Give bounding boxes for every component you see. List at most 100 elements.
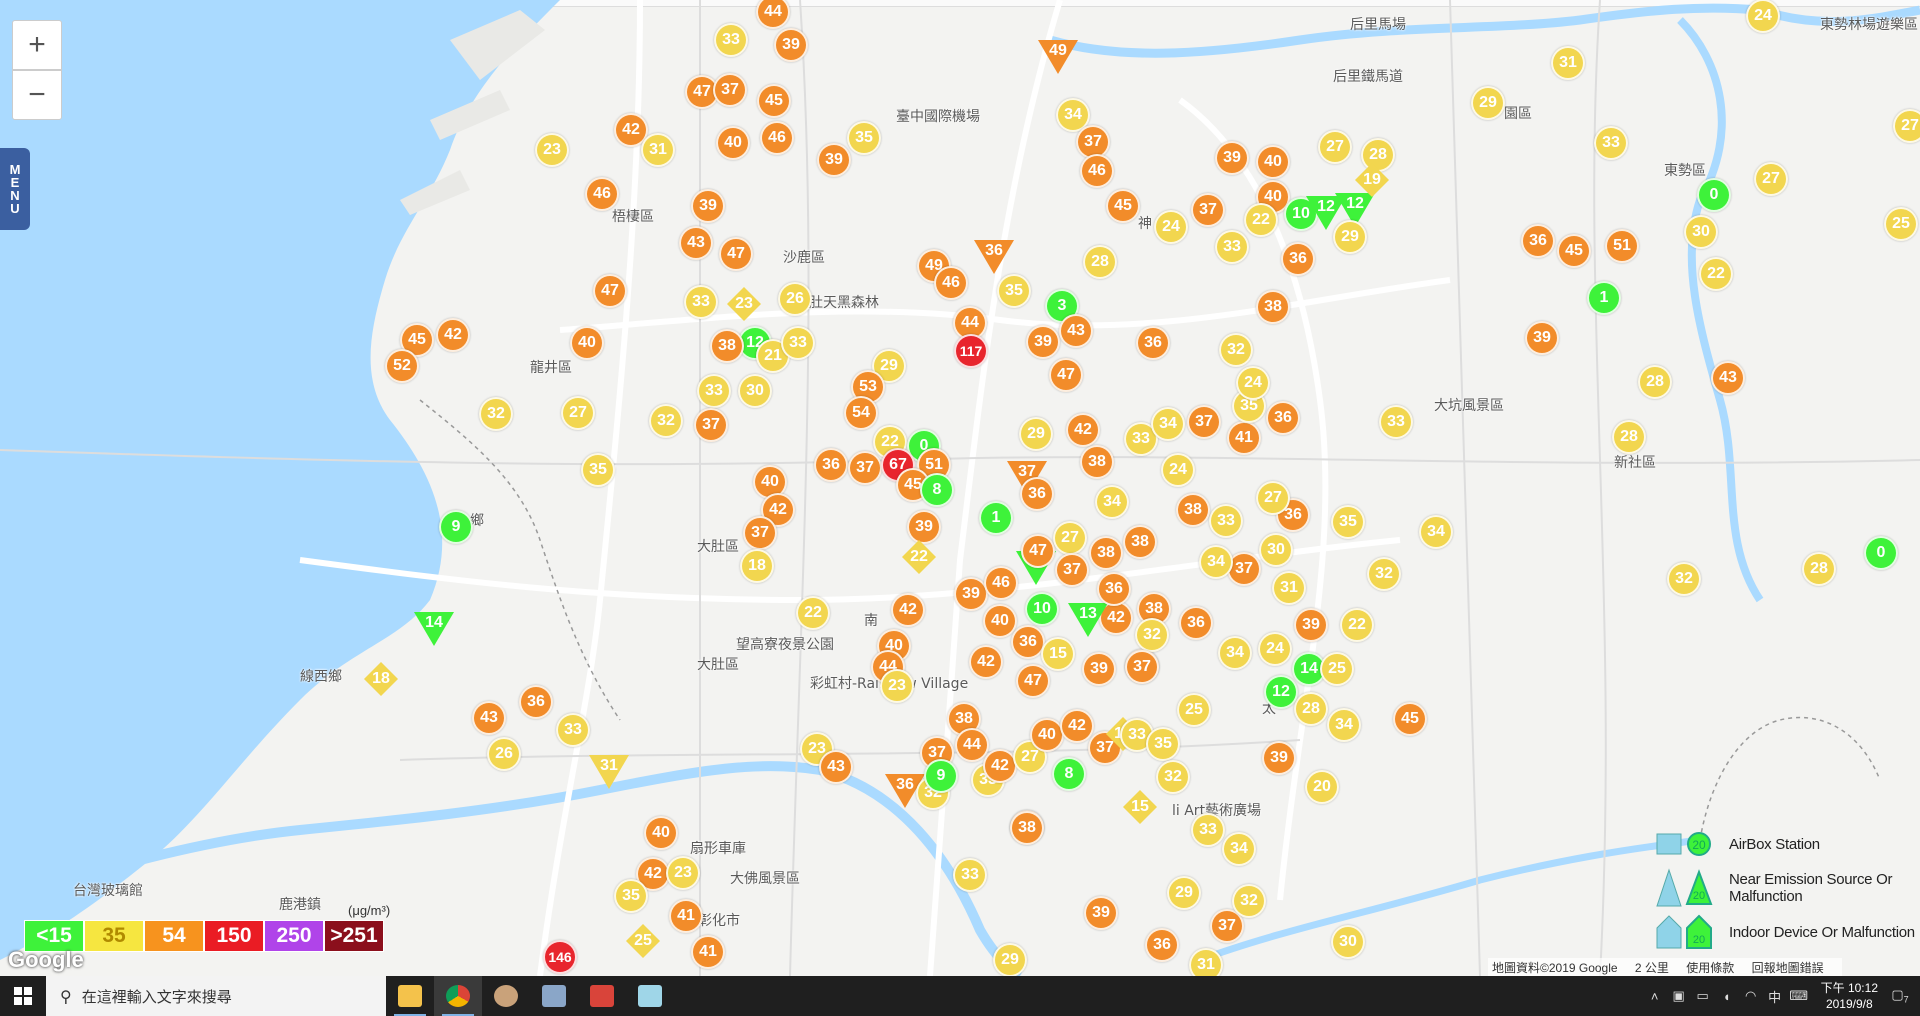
airbox-marker[interactable]: 36 <box>1136 326 1170 360</box>
airbox-marker[interactable]: 45 <box>757 84 791 118</box>
airbox-marker[interactable]: 40 <box>644 816 678 850</box>
airbox-marker[interactable]: 42 <box>891 593 925 627</box>
airbox-marker[interactable]: 38 <box>1123 525 1157 559</box>
airbox-marker[interactable]: 22 <box>1244 203 1278 237</box>
airbox-marker[interactable]: 33 <box>1209 504 1243 538</box>
airbox-marker[interactable]: 28 <box>1802 552 1836 586</box>
airbox-marker[interactable]: 38 <box>1089 536 1123 570</box>
airbox-marker[interactable]: 38 <box>1176 493 1210 527</box>
airbox-marker[interactable]: 31 <box>641 133 675 167</box>
airbox-marker[interactable]: 37 <box>743 516 777 550</box>
airbox-marker[interactable]: 32 <box>1367 557 1401 591</box>
airbox-marker[interactable]: 28 <box>1294 692 1328 726</box>
airbox-marker[interactable]: 22 <box>796 596 830 630</box>
chrome-app[interactable] <box>434 976 482 1016</box>
menu-tab-button[interactable]: M E N U <box>0 148 30 230</box>
airbox-marker[interactable]: 18 <box>740 549 774 583</box>
airbox-marker[interactable]: 31 <box>1189 948 1223 976</box>
airbox-marker[interactable]: 43 <box>1059 314 1093 348</box>
airbox-marker[interactable]: 46 <box>1080 154 1114 188</box>
airbox-marker[interactable]: 27 <box>1256 481 1290 515</box>
airbox-marker[interactable]: 35 <box>1331 505 1365 539</box>
airbox-marker[interactable]: 28 <box>1361 138 1395 172</box>
airbox-marker[interactable]: 29 <box>1019 417 1053 451</box>
airbox-marker[interactable]: 32 <box>1667 562 1701 596</box>
airbox-marker[interactable]: 43 <box>819 750 853 784</box>
battery-icon[interactable]: ▭ <box>1691 988 1715 1004</box>
airbox-marker[interactable]: 37 <box>694 408 728 442</box>
airbox-marker[interactable]: 117 <box>954 334 988 368</box>
airbox-marker[interactable]: 45 <box>1557 234 1591 268</box>
airbox-marker[interactable]: 34 <box>1095 485 1129 519</box>
airbox-marker[interactable]: 36 <box>1020 477 1054 511</box>
airbox-marker[interactable]: 1 <box>1587 281 1621 315</box>
airbox-marker[interactable]: 36 <box>1145 928 1179 962</box>
airbox-marker[interactable]: 23 <box>880 669 914 703</box>
airbox-marker[interactable]: 37 <box>848 451 882 485</box>
report-error-link[interactable]: 回報地圖錯誤 <box>1752 961 1824 975</box>
airbox-marker[interactable]: 37 <box>1125 650 1159 684</box>
airbox-marker[interactable]: 24 <box>1258 632 1292 666</box>
airbox-marker[interactable]: 36 <box>1179 606 1213 640</box>
airbox-marker[interactable]: 27 <box>1893 109 1920 143</box>
airbox-marker[interactable]: 36 <box>519 685 553 719</box>
airbox-marker[interactable]: 27 <box>561 396 595 430</box>
airbox-marker[interactable]: 9 <box>924 759 958 793</box>
taskbar-app-6[interactable] <box>626 976 674 1016</box>
google-logo[interactable]: Google <box>8 947 84 973</box>
airbox-marker[interactable]: 43 <box>679 226 713 260</box>
airbox-marker[interactable]: 44 <box>955 728 989 762</box>
airbox-marker[interactable]: 33 <box>556 713 590 747</box>
airbox-marker[interactable]: 47 <box>1016 664 1050 698</box>
airbox-marker[interactable]: 34 <box>1199 545 1233 579</box>
zoom-in-button[interactable]: + <box>12 20 62 70</box>
airbox-marker[interactable]: 33 <box>714 23 748 57</box>
airbox-marker[interactable]: 25 <box>1177 693 1211 727</box>
airbox-marker[interactable]: 24 <box>1161 453 1195 487</box>
taskbar-clock[interactable]: 下午 10:12 2019/9/8 <box>1821 980 1878 1012</box>
airbox-marker[interactable]: 46 <box>585 177 619 211</box>
airbox-marker[interactable]: 33 <box>1215 230 1249 264</box>
airbox-marker[interactable]: 33 <box>1379 405 1413 439</box>
airbox-marker[interactable]: 0 <box>1864 536 1898 570</box>
airbox-marker[interactable]: 15 <box>1041 637 1075 671</box>
airbox-marker[interactable]: 25 <box>1884 207 1918 241</box>
chevron-up-icon[interactable]: ˄ <box>1643 989 1667 1004</box>
airbox-marker[interactable]: 41 <box>669 899 703 933</box>
airbox-marker[interactable]: 27 <box>1053 521 1087 555</box>
airbox-marker[interactable]: 34 <box>1151 407 1185 441</box>
airbox-marker[interactable]: 23 <box>535 133 569 167</box>
airbox-marker[interactable]: 43 <box>1711 361 1745 395</box>
airbox-marker[interactable]: 0 <box>1697 178 1731 212</box>
airbox-marker[interactable]: 43 <box>472 701 506 735</box>
airbox-marker[interactable]: 47 <box>719 237 753 271</box>
airbox-marker[interactable]: 38 <box>710 329 744 363</box>
airbox-marker[interactable]: 32 <box>1156 760 1190 794</box>
airbox-marker[interactable]: 40 <box>983 604 1017 638</box>
airbox-marker[interactable]: 46 <box>760 121 794 155</box>
airbox-marker[interactable]: 27 <box>1754 162 1788 196</box>
airbox-marker[interactable]: 36 <box>1281 242 1315 276</box>
airbox-marker[interactable]: 34 <box>1419 515 1453 549</box>
airbox-marker[interactable]: 36 <box>1266 401 1300 435</box>
airbox-marker[interactable]: 46 <box>934 266 968 300</box>
airbox-marker[interactable]: 47 <box>593 274 627 308</box>
airbox-marker[interactable]: 29 <box>1167 876 1201 910</box>
airbox-marker[interactable]: 46 <box>984 566 1018 600</box>
airbox-marker[interactable]: 37 <box>1191 193 1225 227</box>
airbox-marker[interactable]: 36 <box>1011 625 1045 659</box>
airbox-marker[interactable]: 12 <box>1264 675 1298 709</box>
airbox-marker[interactable]: 33 <box>1594 126 1628 160</box>
airbox-marker[interactable]: 42 <box>436 318 470 352</box>
airbox-marker[interactable]: 37 <box>1055 553 1089 587</box>
keyboard-icon[interactable]: ⌨ <box>1787 988 1811 1004</box>
airbox-marker[interactable]: 39 <box>1082 652 1116 686</box>
ime-indicator[interactable]: 中 <box>1763 987 1787 1006</box>
airbox-marker[interactable]: 40 <box>716 126 750 160</box>
airbox-marker[interactable]: 22 <box>1340 608 1374 642</box>
airbox-marker[interactable]: 24 <box>1236 366 1270 400</box>
airbox-marker[interactable]: 28 <box>1612 420 1646 454</box>
airbox-marker[interactable]: 146 <box>543 940 577 974</box>
airbox-marker[interactable]: 23 <box>666 856 700 890</box>
airbox-marker[interactable]: 35 <box>614 879 648 913</box>
